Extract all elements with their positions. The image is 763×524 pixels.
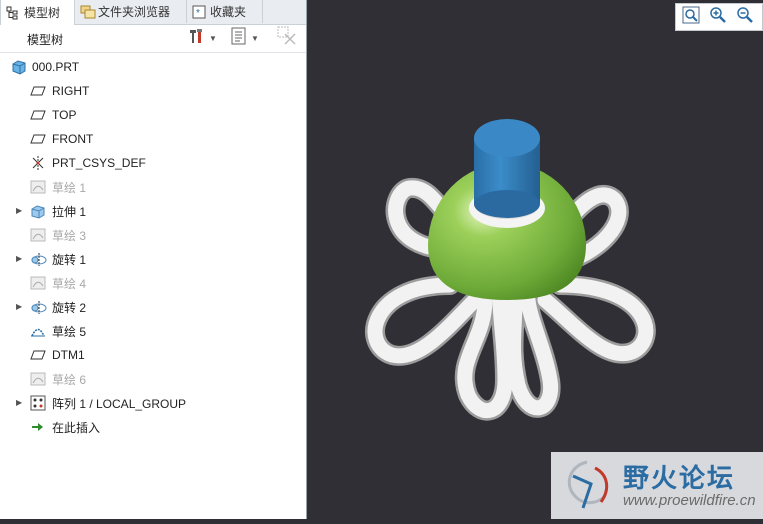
tree-item-sketch-4[interactable]: 草绘 4 xyxy=(0,271,300,295)
tree-item-insert-here[interactable]: 在此插入 xyxy=(0,415,300,439)
extrude-icon xyxy=(30,203,46,219)
tree-item-front[interactable]: FRONT xyxy=(0,127,300,151)
datum-plane-icon xyxy=(30,107,46,123)
tree-item-label: TOP xyxy=(52,108,77,122)
svg-text:*: * xyxy=(196,8,200,19)
tab-label: 模型树 xyxy=(24,6,61,20)
tree-item-revolve-1[interactable]: ▶ 旋转 1 xyxy=(0,247,300,271)
zoom-out-button[interactable] xyxy=(733,6,757,28)
tree-item-dtm1[interactable]: DTM1 xyxy=(0,343,300,367)
tree-item-label: 草绘 6 xyxy=(52,372,87,387)
graphics-viewport[interactable] xyxy=(307,0,763,519)
refit-button[interactable] xyxy=(679,6,703,28)
model-tree-icon xyxy=(6,6,20,20)
tree-settings-button[interactable]: ▼ xyxy=(187,28,217,48)
sketch-icon xyxy=(30,179,46,195)
watermark-url: www.proewildfire.cn xyxy=(623,492,756,509)
tree-item-label: 旋转 2 xyxy=(52,300,87,315)
revolve-icon xyxy=(30,251,47,267)
tree-item-label: 000.PRT xyxy=(32,60,80,74)
tree-item-sketch-5[interactable]: 草绘 5 xyxy=(0,319,300,343)
tab-label: 收藏夹 xyxy=(210,5,247,19)
refit-icon xyxy=(682,6,700,29)
tree-item-top[interactable]: TOP xyxy=(0,103,300,127)
tree-filter-button[interactable] xyxy=(277,26,297,51)
tree-item-revolve-2[interactable]: ▶ 旋转 2 xyxy=(0,295,300,319)
tree-item-right[interactable]: RIGHT xyxy=(0,79,300,103)
sketch-active-icon xyxy=(30,323,46,339)
list-settings-icon xyxy=(231,27,247,50)
datum-plane-icon xyxy=(30,347,46,363)
tree-item-label: 阵列 1 / LOCAL_GROUP xyxy=(52,396,187,411)
tools-icon xyxy=(187,27,205,50)
tab-bar: 模型树 文件夹浏览器 * 收藏夹 xyxy=(0,0,306,25)
tree-item-pattern-1[interactable]: ▶ 阵列 1 / LOCAL_GROUP xyxy=(0,391,300,415)
tree-item-csys[interactable]: PRT_CSYS_DEF xyxy=(0,151,300,175)
tab-label: 文件夹浏览器 xyxy=(98,5,171,19)
tree-item-sketch-6[interactable]: 草绘 6 xyxy=(0,367,300,391)
watermark-title: 野火论坛 xyxy=(623,463,736,493)
tree-item-sketch-3[interactable]: 草绘 3 xyxy=(0,223,300,247)
tab-model-tree[interactable]: 模型树 xyxy=(0,0,75,25)
forum-watermark: 野火论坛 www.proewildfire.cn xyxy=(551,452,763,519)
datum-plane-icon xyxy=(30,83,46,99)
filter-icon xyxy=(277,26,297,51)
zoom-in-icon xyxy=(709,6,727,29)
tree-item-label: DTM1 xyxy=(52,348,85,362)
insert-here-arrow-icon xyxy=(30,419,46,435)
tree-item-label: PRT_CSYS_DEF xyxy=(52,156,146,170)
watermark-logo xyxy=(557,458,617,519)
revolve-icon xyxy=(30,299,47,315)
chevron-down-icon: ▼ xyxy=(209,33,217,43)
tree-title: 模型树 xyxy=(27,33,64,47)
tree-item-label: 草绘 5 xyxy=(52,324,87,339)
tree-item-label: 拉伸 1 xyxy=(52,204,87,219)
favorites-icon: * xyxy=(192,5,206,19)
view-toolbar xyxy=(675,3,763,31)
sketch-icon xyxy=(30,227,46,243)
tree-item-label: 在此插入 xyxy=(52,420,101,435)
tree-item-label: RIGHT xyxy=(52,84,90,98)
folder-browser-icon xyxy=(80,5,96,19)
tree-item-label: 旋转 1 xyxy=(52,252,87,267)
datum-plane-icon xyxy=(30,131,46,147)
3d-model-render xyxy=(365,119,656,421)
expand-arrow-icon[interactable]: ▶ xyxy=(16,303,24,311)
pattern-icon xyxy=(30,395,46,411)
zoom-in-button[interactable] xyxy=(706,6,730,28)
sketch-icon xyxy=(30,275,46,291)
zoom-out-icon xyxy=(736,6,754,29)
part-icon xyxy=(11,59,27,75)
model-tree-pane: 模型树 文件夹浏览器 * 收藏夹 模型树 ▼ ▼ 000.PRT RIGHT T… xyxy=(0,0,307,519)
tab-folder-browser[interactable]: 文件夹浏览器 xyxy=(75,0,187,23)
tree-item-label: FRONT xyxy=(52,132,94,146)
expand-arrow-icon[interactable]: ▶ xyxy=(16,399,24,407)
tree-item-label: 草绘 3 xyxy=(52,228,87,243)
tree-item-label: 草绘 1 xyxy=(52,180,87,195)
sketch-icon xyxy=(30,371,46,387)
tree-item-sketch-1[interactable]: 草绘 1 xyxy=(0,175,300,199)
tree-display-button[interactable]: ▼ xyxy=(231,27,259,50)
tab-favorites[interactable]: * 收藏夹 xyxy=(187,0,263,23)
tree-item-extrude-1[interactable]: ▶ 拉伸 1 xyxy=(0,199,300,223)
tree-item-label: 草绘 4 xyxy=(52,276,87,291)
expand-arrow-icon[interactable]: ▶ xyxy=(16,255,24,263)
tree-item-part[interactable]: 000.PRT xyxy=(0,55,300,79)
chevron-down-icon: ▼ xyxy=(251,33,259,43)
expand-arrow-icon[interactable]: ▶ xyxy=(16,207,24,215)
coordinate-system-icon xyxy=(30,155,46,171)
tree-toolbar: 模型树 ▼ ▼ xyxy=(0,25,306,53)
